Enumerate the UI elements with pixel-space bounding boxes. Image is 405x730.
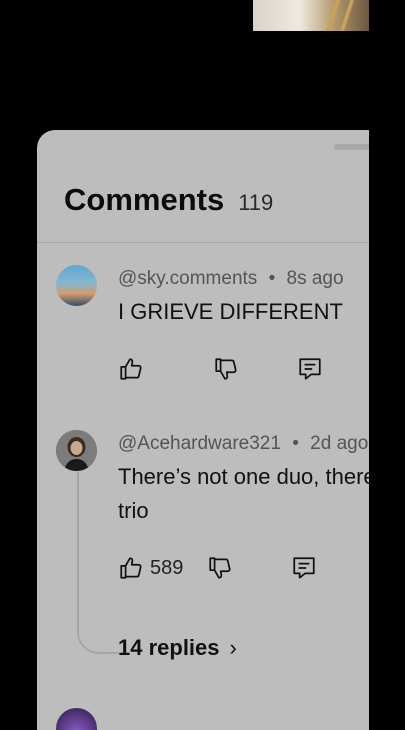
meta-separator: • [268, 268, 276, 289]
comment-reply-icon [293, 557, 315, 579]
comments-title: Comments [64, 182, 225, 217]
comments-sheet: Comments 119 @sky.comments • 8s ago I GR… [37, 130, 369, 730]
comment-text-line: I GRIEVE DIFFERENT [118, 299, 343, 324]
view-replies-button[interactable]: 14 replies › [118, 635, 237, 661]
thumbnail-detail [325, 0, 341, 31]
comment-time: 8s ago [286, 268, 344, 289]
thumbs-down-icon [215, 358, 237, 380]
comments-count: 119 [238, 190, 274, 215]
comment-author[interactable]: @sky.comments [118, 268, 257, 289]
comment-text: There’s not one duo, there’s a trio [118, 460, 369, 528]
meta-separator: • [292, 433, 299, 454]
comment-meta: @sky.comments • 8s ago [118, 268, 344, 290]
thumbnail-detail [339, 0, 355, 31]
thumbs-up-icon [120, 358, 142, 380]
like-count: 589 [150, 556, 184, 579]
chevron-right-icon: › [229, 635, 237, 660]
avatar-image [56, 430, 97, 471]
avatar[interactable] [56, 430, 97, 471]
comment-text: I GRIEVE DIFFERENT [118, 295, 343, 329]
dislike-button[interactable] [207, 555, 233, 581]
comment-text-line: trio [118, 498, 149, 523]
thumbs-down-icon [209, 557, 231, 579]
comment-text-line: There’s not one duo, there’s a [118, 464, 369, 489]
reply-button[interactable] [297, 356, 323, 382]
comment-actions [118, 356, 323, 382]
comment-meta: @Acehardware321 • 2d ago [118, 433, 368, 455]
avatar[interactable] [56, 265, 97, 306]
comment-author[interactable]: @Acehardware321 [118, 433, 281, 454]
like-button[interactable] [118, 356, 144, 382]
comment-actions: 589 [118, 555, 317, 581]
header-divider [37, 242, 369, 243]
like-button[interactable]: 589 [118, 555, 183, 581]
comment-time: 2d ago [310, 433, 369, 454]
thumbs-up-icon [120, 557, 142, 579]
video-thumbnail[interactable] [253, 0, 369, 31]
dislike-button[interactable] [213, 356, 239, 382]
comments-header: Comments 119 [64, 182, 273, 218]
replies-label: 14 replies [118, 635, 220, 660]
thread-line [77, 472, 119, 654]
avatar[interactable] [56, 708, 97, 730]
comment-reply-icon [299, 358, 321, 380]
reply-button[interactable] [291, 555, 317, 581]
drag-handle[interactable] [334, 144, 369, 150]
